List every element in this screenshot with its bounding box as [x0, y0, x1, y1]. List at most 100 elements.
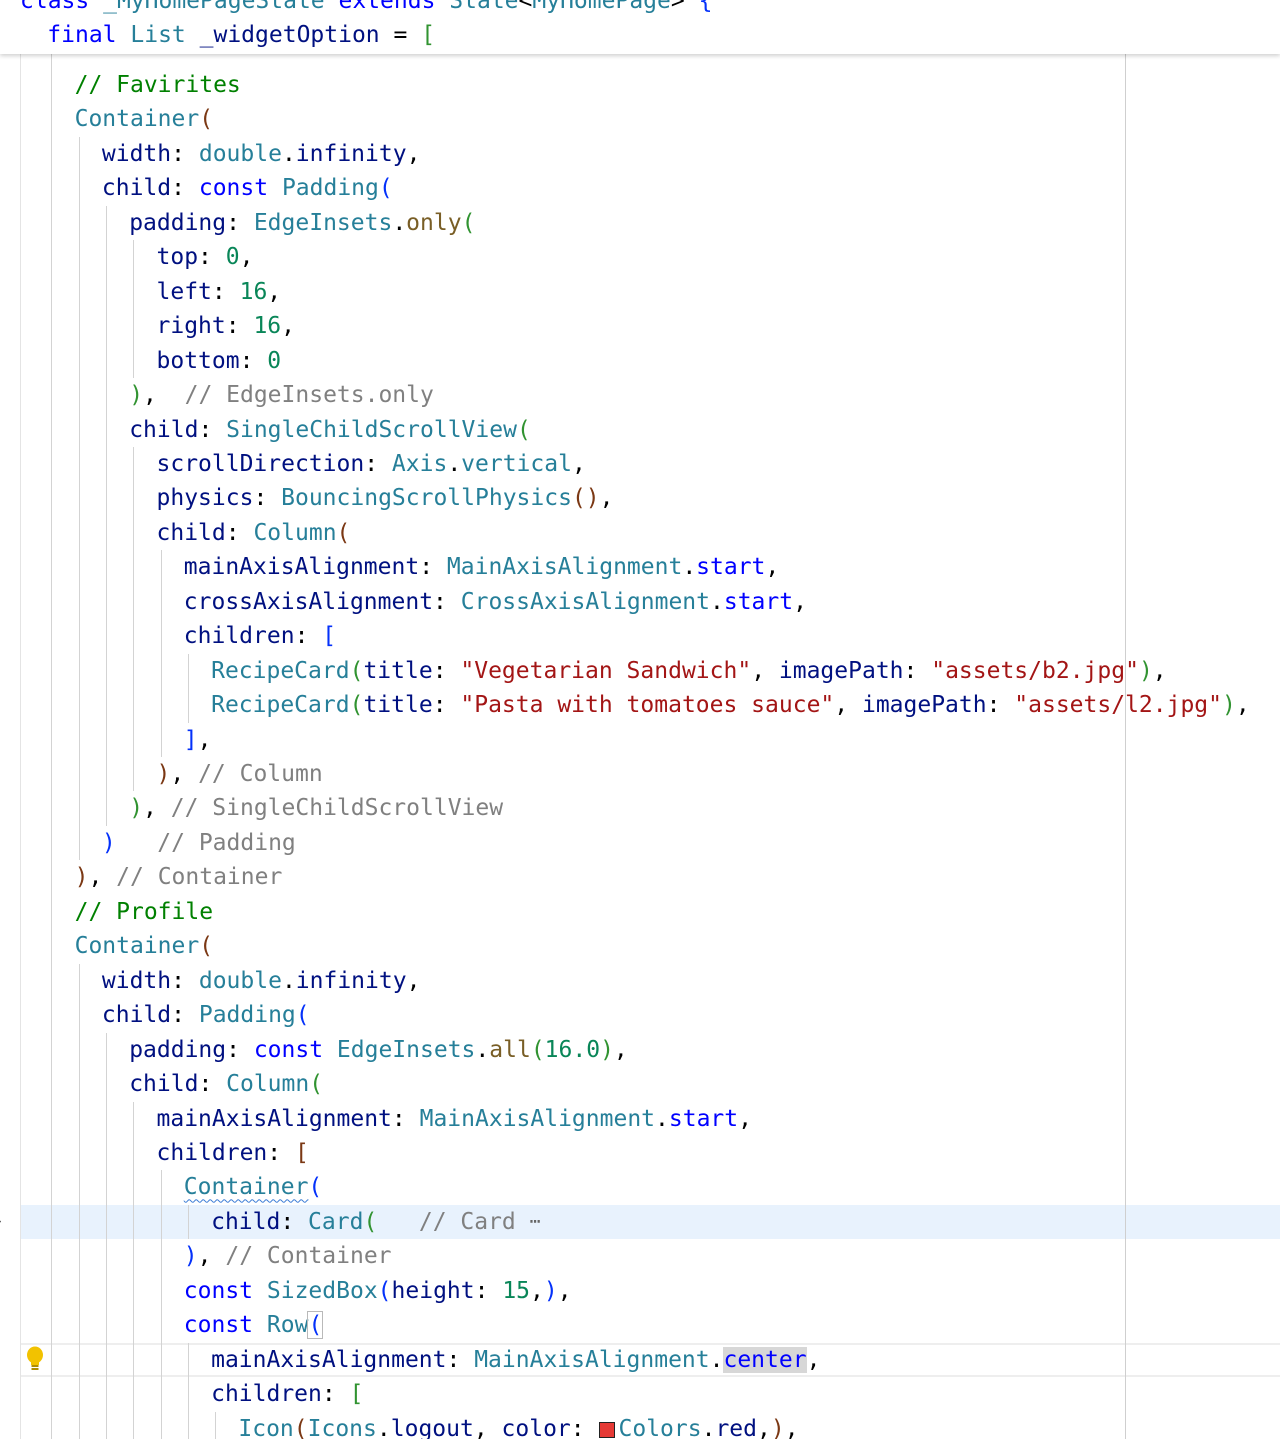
lightbulb-icon[interactable] — [25, 1345, 45, 1373]
code-line[interactable]: Icon(Icons.logout, color: Colors.red,), — [0, 1412, 1280, 1439]
code-line[interactable]: ], — [0, 723, 1280, 757]
code-token: ) — [1222, 692, 1236, 719]
code-editor[interactable]: class _MyHomePageState extends State<MyH… — [0, 0, 1280, 1439]
code-token: . — [281, 967, 296, 994]
code-token: : — [225, 313, 254, 340]
code-text: ), // SingleChildScrollView — [129, 791, 503, 825]
code-line[interactable]: ), // Container — [0, 860, 1280, 894]
code-token: : — [570, 1415, 599, 1439]
code-line[interactable]: // Profile — [0, 895, 1280, 929]
code-line[interactable]: // Favirites — [0, 68, 1280, 102]
code-token: { — [698, 0, 713, 14]
code-line[interactable]: scrollDirection: Axis.vertical, — [0, 447, 1280, 481]
code-line[interactable]: mainAxisAlignment: MainAxisAlignment.sta… — [0, 550, 1280, 584]
code-line[interactable]: crossAxisAlignment: CrossAxisAlignment.s… — [0, 585, 1280, 619]
code-line[interactable]: Container( — [0, 929, 1280, 963]
code-token: ( — [199, 106, 214, 133]
code-line[interactable]: children: [ — [0, 1136, 1280, 1170]
color-swatch[interactable] — [598, 1421, 615, 1438]
code-line[interactable]: class _MyHomePageState extends State<MyH… — [0, 0, 1280, 18]
code-line[interactable]: child: Column( — [0, 1067, 1280, 1101]
code-line[interactable]: const SizedBox(height: 15,), — [0, 1274, 1280, 1308]
code-token: Axis — [391, 450, 448, 477]
code-text: ) // Padding — [102, 826, 296, 860]
code-line[interactable]: child: SingleChildScrollView( — [0, 413, 1280, 447]
code-token: SizedBox — [266, 1277, 378, 1304]
code-line[interactable]: padding: const EdgeInsets.all(16.0), — [0, 1033, 1280, 1067]
code-token: : — [225, 519, 254, 546]
code-token: // Padding — [157, 829, 296, 856]
code-token: : — [986, 692, 1015, 719]
code-line[interactable]: padding: EdgeInsets.only( — [0, 206, 1280, 240]
folded-ellipsis-icon[interactable]: ⋯ — [530, 1211, 541, 1232]
code-token: () — [571, 485, 600, 512]
fold-arrow-icon[interactable]: › — [0, 1212, 6, 1230]
code-token: ) — [156, 761, 171, 787]
code-token: "Pasta with tomatoes sauce" — [460, 692, 835, 719]
code-text: child: Padding( — [102, 998, 310, 1032]
code-token: width — [101, 140, 172, 167]
code-line[interactable]: Container( — [0, 1170, 1280, 1204]
code-token: crossAxisAlignment — [183, 588, 434, 615]
code-token: : — [419, 554, 447, 581]
code-line[interactable]: mainAxisAlignment: MainAxisAlignment.cen… — [0, 1343, 1280, 1377]
code-line[interactable]: final List _widgetOption = [ — [0, 18, 1280, 52]
code-line[interactable]: child: const Padding( — [0, 171, 1280, 205]
code-token: . — [392, 209, 407, 236]
code-token: ( — [516, 416, 531, 443]
code-text: top: 0, — [157, 240, 254, 274]
code-token: : — [171, 175, 199, 202]
code-token: , — [751, 657, 779, 684]
code-token: : — [211, 278, 240, 305]
code-token: : — [198, 244, 226, 271]
code-token: , — [765, 554, 780, 581]
code-line[interactable]: child: Column( — [0, 516, 1280, 550]
code-line[interactable]: bottom: 0 — [0, 344, 1280, 378]
code-line[interactable]: ), // Column — [0, 757, 1280, 791]
code-token: Icons — [307, 1415, 377, 1439]
code-token: , — [738, 1105, 752, 1132]
code-line[interactable]: RecipeCard(title: "Vegetarian Sandwich",… — [0, 654, 1280, 688]
code-token: Padding — [198, 1002, 296, 1029]
sticky-scroll-header[interactable]: class _MyHomePageState extends State<MyH… — [0, 0, 1280, 54]
code-token: , — [757, 1415, 771, 1439]
code-line[interactable]: mainAxisAlignment: MainAxisAlignment.sta… — [0, 1102, 1280, 1136]
code-token: Colors — [618, 1415, 702, 1439]
code-token: ( — [309, 1071, 324, 1098]
code-text: ), // Container — [184, 1239, 392, 1273]
code-line[interactable]: width: double.infinity, — [0, 137, 1280, 171]
code-line[interactable]: width: double.infinity, — [0, 964, 1280, 998]
code-token: , — [197, 726, 212, 753]
code-token: // Container — [116, 864, 283, 891]
code-token: , — [406, 140, 421, 167]
code-line[interactable]: Container( — [0, 102, 1280, 136]
code-text: left: 16, — [157, 275, 282, 309]
code-line[interactable]: child: Padding( — [0, 998, 1280, 1032]
code-token: right — [156, 313, 226, 340]
code-text: Container( — [75, 929, 213, 963]
code-line[interactable]: right: 16, — [0, 309, 1280, 343]
code-token: Container — [183, 1174, 309, 1201]
code-token: ( — [363, 1208, 378, 1235]
code-text: final List _widgetOption = [ — [47, 18, 435, 52]
code-line[interactable]: left: 16, — [0, 275, 1280, 309]
code-token: . — [475, 1036, 490, 1063]
code-token: const — [183, 1277, 267, 1304]
code-line[interactable]: ), // EdgeInsets.only — [0, 378, 1280, 412]
code-line[interactable]: ), // Container — [0, 1239, 1280, 1273]
code-line[interactable]: ) // Padding — [0, 826, 1280, 860]
code-line[interactable]: const Row( — [0, 1308, 1280, 1342]
code-token: . — [682, 554, 697, 581]
code-line[interactable]: children: [ — [0, 1377, 1280, 1411]
code-token: ) — [600, 1036, 614, 1063]
code-token: ( — [349, 657, 364, 684]
code-token: children — [183, 623, 295, 650]
code-line[interactable]: ), // SingleChildScrollView — [0, 791, 1280, 825]
code-line[interactable]: physics: BouncingScrollPhysics(), — [0, 481, 1280, 515]
code-token: : — [294, 623, 323, 650]
code-token: , — [473, 1415, 502, 1439]
code-line[interactable]: top: 0, — [0, 240, 1280, 274]
code-line[interactable]: children: [ — [0, 619, 1280, 653]
code-line[interactable]: RecipeCard(title: "Pasta with tomatoes s… — [0, 688, 1280, 722]
code-line[interactable]: child: Card( // Card ⋯ — [0, 1205, 1280, 1239]
